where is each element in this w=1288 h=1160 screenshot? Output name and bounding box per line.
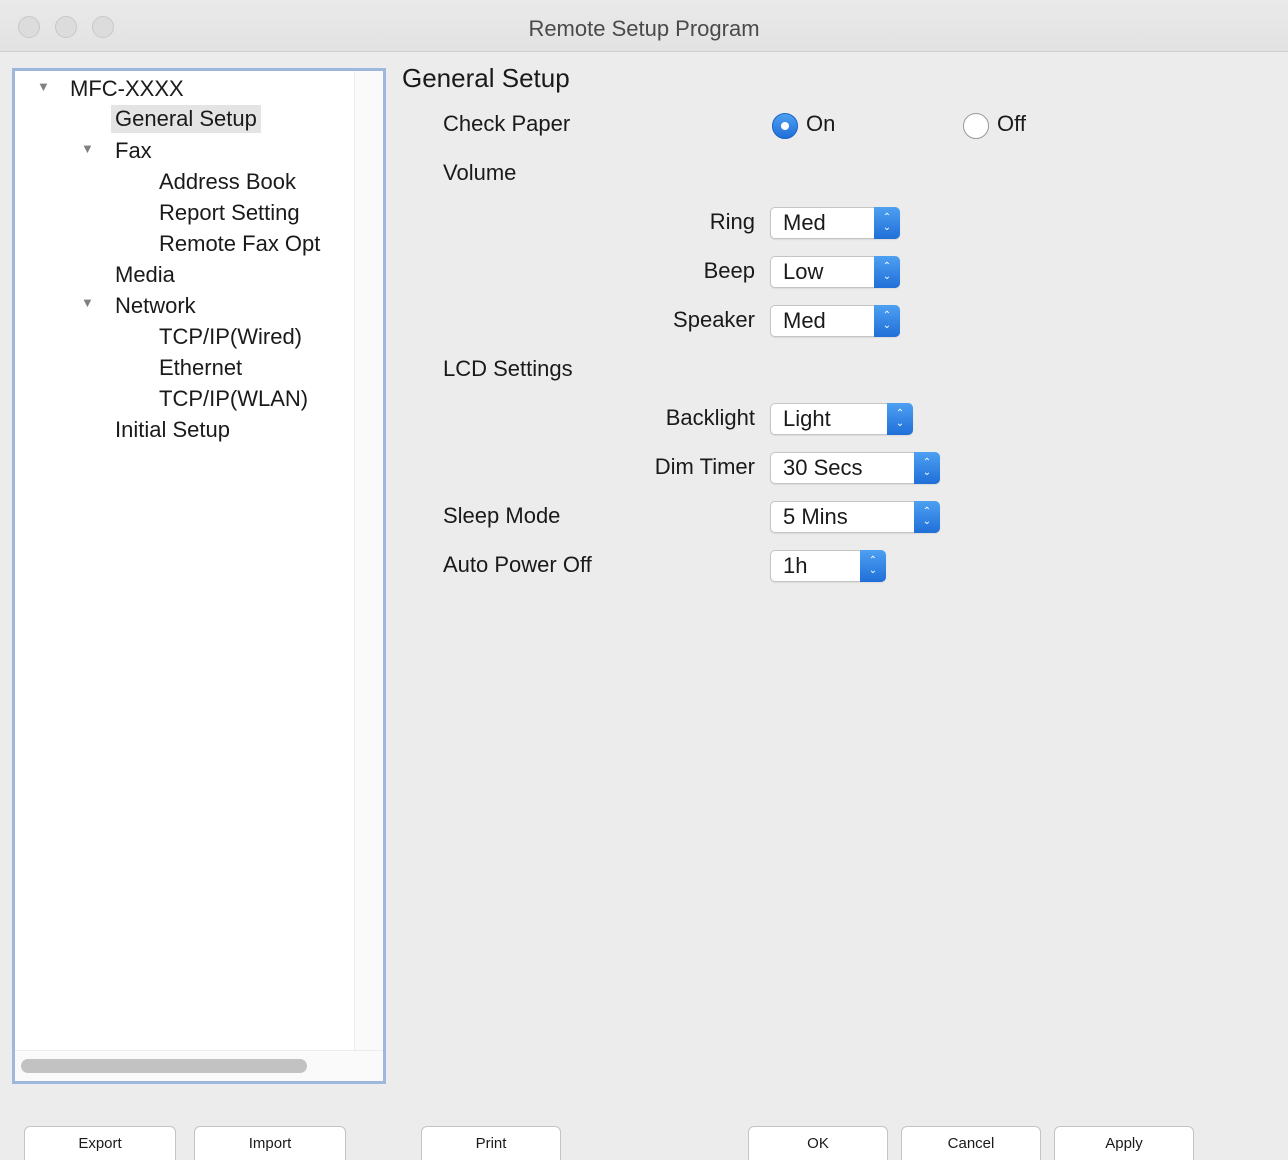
import-button[interactable]: Import [194, 1126, 346, 1160]
dim-timer-label: Dim Timer [654, 454, 755, 479]
ring-label: Ring [709, 209, 755, 234]
updown-arrows-icon: ⌃ ⌄ [874, 207, 900, 239]
lcd-settings-label: LCD Settings [443, 356, 573, 381]
horizontal-scrollbar[interactable] [15, 1050, 383, 1081]
disclosure-triangle-icon[interactable]: ▼ [37, 73, 50, 101]
tree-item-address-book[interactable]: Address Book [159, 168, 296, 196]
disclosure-triangle-icon[interactable]: ▼ [81, 289, 94, 317]
updown-arrows-icon: ⌃ ⌄ [887, 403, 913, 435]
tree-item-remote-fax-opt[interactable]: Remote Fax Opt [159, 230, 320, 258]
tree-item-general-setup[interactable]: General Setup [111, 105, 261, 133]
updown-arrows-icon: ⌃ ⌄ [914, 452, 940, 484]
ring-select[interactable]: Med ⌃ ⌄ [770, 207, 900, 239]
beep-value: Low [783, 259, 824, 284]
beep-label: Beep [703, 258, 755, 283]
dim-timer-value: 30 Secs [783, 455, 863, 480]
volume-label: Volume [443, 160, 517, 185]
updown-arrows-icon: ⌃ ⌄ [914, 501, 940, 533]
tree-item-fax[interactable]: Fax [115, 137, 152, 165]
updown-arrows-icon: ⌃ ⌄ [874, 256, 900, 288]
disclosure-triangle-icon[interactable]: ▼ [81, 135, 94, 163]
tree-item-mfc[interactable]: MFC-XXXX [70, 75, 184, 103]
backlight-value: Light [783, 406, 831, 431]
check-paper-label: Check Paper [443, 111, 571, 136]
settings-tree: ▼ MFC-XXXX General Setup ▼ Fax Address B… [12, 68, 386, 1084]
title-bar: Remote Setup Program [0, 0, 1288, 52]
updown-arrows-icon: ⌃ ⌄ [860, 550, 886, 582]
check-paper-off-radio[interactable] [963, 113, 989, 139]
sleep-mode-label: Sleep Mode [443, 503, 561, 528]
dim-timer-select[interactable]: 30 Secs ⌃ ⌄ [770, 452, 940, 484]
backlight-label: Backlight [665, 405, 755, 430]
section-title: General Setup [402, 63, 570, 93]
check-paper-on-label[interactable]: On [806, 110, 835, 138]
backlight-select[interactable]: Light ⌃ ⌄ [770, 403, 913, 435]
speaker-value: Med [783, 308, 826, 333]
cancel-button[interactable]: Cancel [901, 1126, 1041, 1160]
remote-setup-window: Remote Setup Program ▼ MFC-XXXX General … [0, 0, 1288, 1160]
beep-select[interactable]: Low ⌃ ⌄ [770, 256, 900, 288]
speaker-select[interactable]: Med ⌃ ⌄ [770, 305, 900, 337]
auto-power-off-value: 1h [783, 553, 808, 578]
check-paper-on-radio[interactable] [772, 113, 798, 139]
updown-arrows-icon: ⌃ ⌄ [874, 305, 900, 337]
auto-power-off-select[interactable]: 1h ⌃ ⌄ [770, 550, 886, 582]
vertical-scrollbar[interactable] [354, 71, 383, 1051]
tree-item-ethernet[interactable]: Ethernet [159, 354, 242, 382]
export-button[interactable]: Export [24, 1126, 176, 1160]
ok-button[interactable]: OK [748, 1126, 888, 1160]
horizontal-scrollbar-thumb[interactable] [21, 1059, 307, 1073]
auto-power-off-label: Auto Power Off [443, 552, 592, 577]
check-paper-off-label[interactable]: Off [997, 110, 1026, 138]
window-title: Remote Setup Program [528, 16, 760, 41]
ring-value: Med [783, 210, 826, 235]
tree-item-initial-setup[interactable]: Initial Setup [115, 416, 230, 444]
tree-item-tcpip-wlan[interactable]: TCP/IP(WLAN) [159, 385, 308, 413]
print-button[interactable]: Print [421, 1126, 561, 1160]
speaker-label: Speaker [673, 307, 755, 332]
tree-item-network[interactable]: Network [115, 292, 196, 320]
sleep-mode-value: 5 Mins [783, 504, 848, 529]
apply-button[interactable]: Apply [1054, 1126, 1194, 1160]
tree-item-report-setting[interactable]: Report Setting [159, 199, 300, 227]
tree-item-media[interactable]: Media [115, 261, 175, 289]
tree-list: ▼ MFC-XXXX General Setup ▼ Fax Address B… [15, 71, 355, 1051]
sleep-mode-select[interactable]: 5 Mins ⌃ ⌄ [770, 501, 940, 533]
tree-item-tcpip-wired[interactable]: TCP/IP(Wired) [159, 323, 302, 351]
